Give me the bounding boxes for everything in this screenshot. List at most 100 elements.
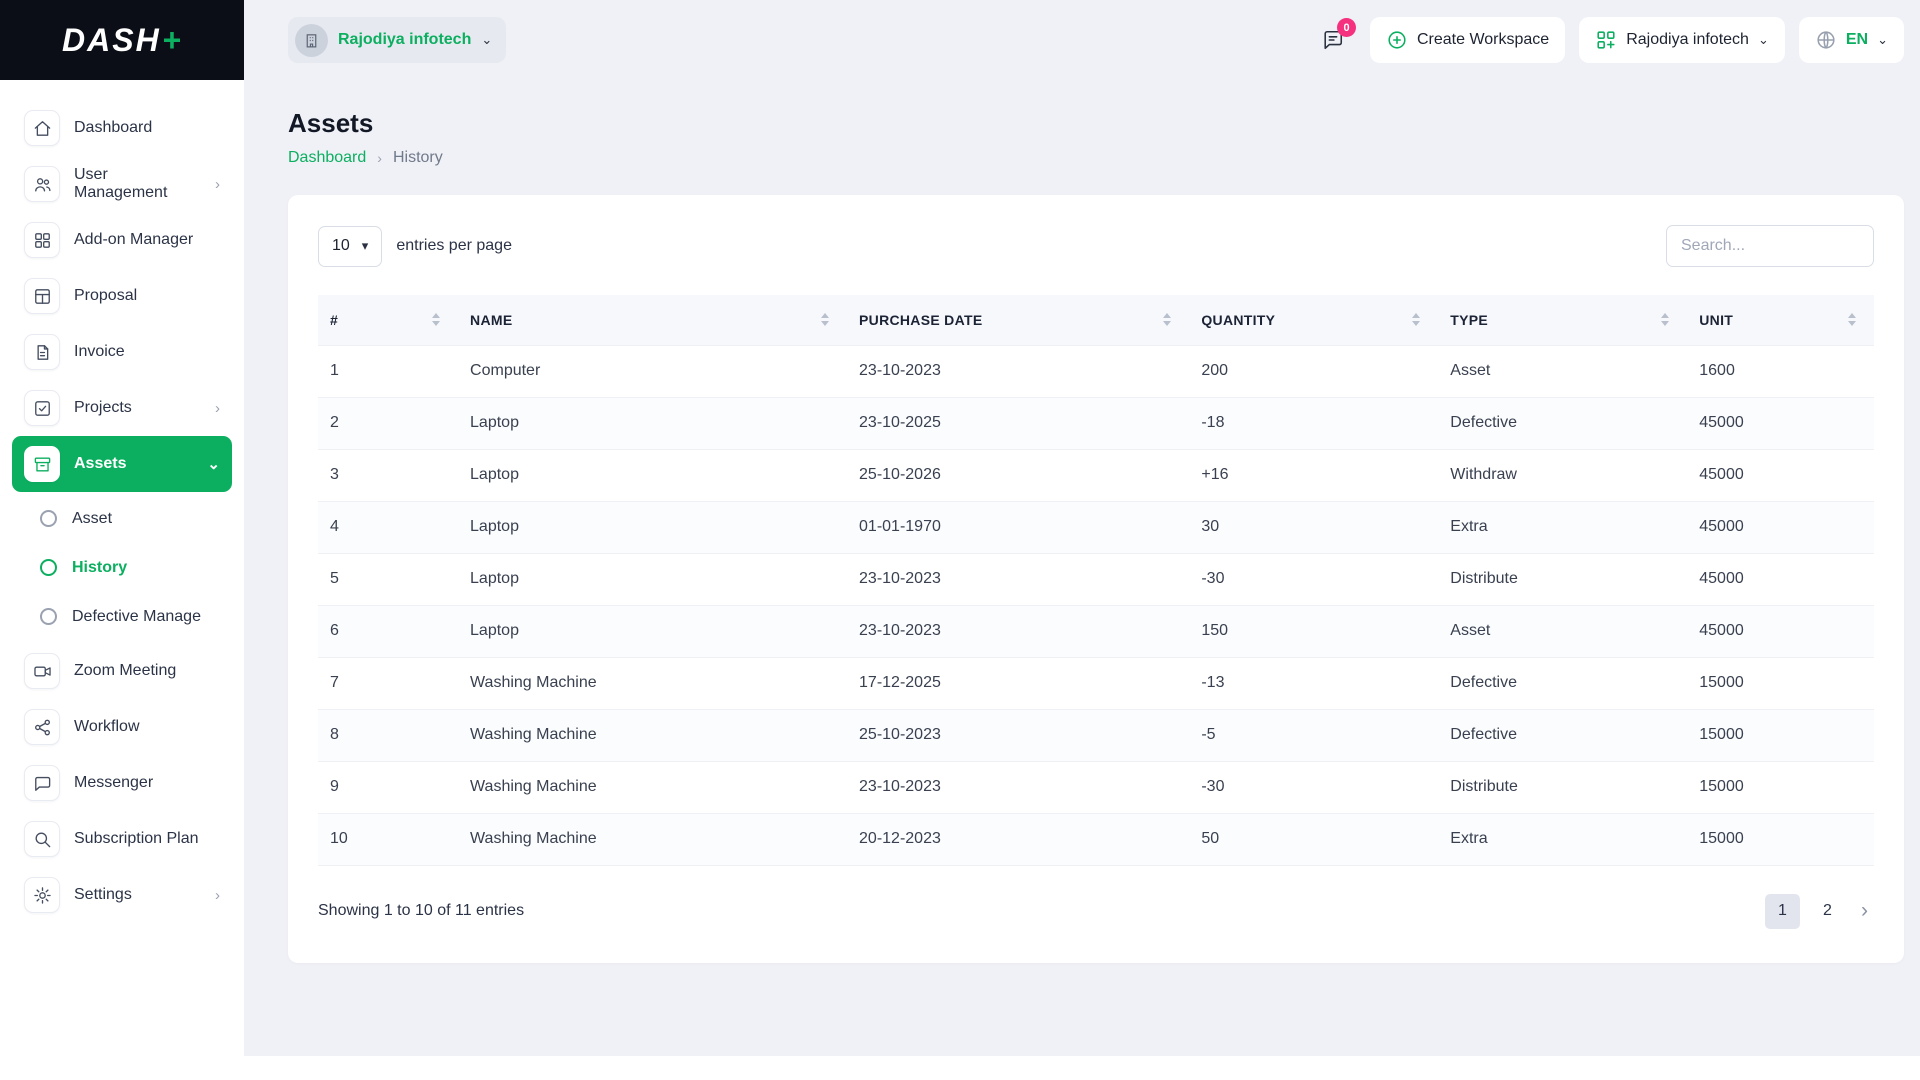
cell-purchase-date: 23-10-2025	[847, 397, 1190, 450]
users-icon	[24, 166, 60, 202]
brand-logo[interactable]: DASH +	[0, 0, 244, 80]
cell-name: Washing Machine	[458, 657, 848, 710]
sidebar-item-user-management[interactable]: User Management ›	[12, 156, 232, 212]
sidebar-item-projects[interactable]: Projects ›	[12, 380, 232, 436]
language-selector[interactable]: EN ⌄	[1798, 17, 1904, 63]
cell-type: Defective	[1438, 657, 1688, 710]
sort-icon[interactable]	[1848, 313, 1856, 327]
assets-history-card: 10 ▾ entries per page # NAME	[288, 195, 1904, 963]
cell-type: Extra	[1438, 813, 1688, 866]
cell-unit: 15000	[1687, 761, 1874, 814]
circle-icon	[40, 608, 57, 625]
sidebar-item-subscription-plan[interactable]: Subscription Plan	[12, 811, 232, 867]
cell-unit: 45000	[1687, 553, 1874, 606]
chat-bubble-icon	[24, 765, 60, 801]
chevron-down-icon: ⌄	[1877, 32, 1888, 47]
sidebar-item-label: Messenger	[74, 774, 154, 791]
sidebar-item-label: Dashboard	[74, 119, 153, 136]
table-body: 1 Computer 23-10-2023 200 Asset 1600 2 Laptop 2…	[318, 344, 1874, 866]
entries-summary: Showing 1 to 10 of 11 entries	[318, 902, 525, 919]
sidebar-item-invoice[interactable]: Invoice	[12, 324, 232, 380]
column-header-index[interactable]: #	[318, 295, 459, 345]
sidebar-item-settings[interactable]: Settings ›	[12, 867, 232, 923]
cell-purchase-date: 23-10-2023	[847, 605, 1190, 658]
account-selector[interactable]: Rajodiya infotech ⌄	[1579, 17, 1785, 63]
cell-purchase-date: 23-10-2023	[847, 344, 1190, 398]
column-header-type[interactable]: TYPE	[1438, 295, 1688, 345]
sidebar-item-workflow[interactable]: Workflow	[12, 699, 232, 755]
cell-unit: 45000	[1687, 397, 1874, 450]
circle-icon	[40, 559, 57, 576]
table-row: 10 Washing Machine 20-12-2023 50 Extra 15000	[318, 813, 1874, 866]
page-size-select[interactable]: 10 ▾	[318, 225, 383, 267]
sidebar-item-assets[interactable]: Assets ⌄	[12, 436, 232, 492]
main-area: Rajodiya infotech ⌄ 0 Create Workspace R…	[244, 0, 1920, 1056]
video-icon	[24, 653, 60, 689]
search-input[interactable]	[1666, 225, 1874, 267]
document-icon	[24, 334, 60, 370]
page-title: Assets	[288, 108, 374, 138]
sort-icon[interactable]	[432, 313, 441, 327]
sidebar-item-messenger[interactable]: Messenger	[12, 755, 232, 811]
submenu-item-history[interactable]: History	[28, 543, 232, 592]
sidebar-item-addon-manager[interactable]: Add-on Manager	[12, 212, 232, 268]
cell-purchase-date: 01-01-1970	[847, 501, 1190, 554]
column-header-unit[interactable]: UNIT	[1687, 295, 1874, 345]
breadcrumb-dashboard-link[interactable]: Dashboard	[288, 149, 366, 167]
cell-unit: 45000	[1687, 449, 1874, 502]
column-header-quantity[interactable]: QUANTITY	[1189, 295, 1439, 345]
messages-button[interactable]: 0	[1310, 17, 1356, 63]
sort-icon[interactable]	[1163, 313, 1172, 327]
sidebar-item-dashboard[interactable]: Dashboard	[12, 100, 232, 156]
sort-icon[interactable]	[821, 313, 830, 327]
submenu-item-label: Asset	[72, 509, 113, 527]
language-label: EN	[1845, 31, 1869, 48]
sidebar-item-label: Projects	[74, 399, 132, 416]
cell-index: 5	[318, 553, 459, 606]
globe-icon	[1817, 31, 1835, 49]
column-header-name[interactable]: NAME	[458, 295, 848, 345]
cell-purchase-date: 17-12-2025	[847, 657, 1190, 710]
cell-quantity: -30	[1189, 761, 1439, 814]
table-row: 7 Washing Machine 17-12-2025 -13 Defective 15…	[318, 657, 1874, 710]
workspace-grid-icon	[1597, 31, 1615, 49]
cell-type: Asset	[1438, 605, 1688, 658]
sidebar-item-label: Workflow	[74, 718, 140, 735]
layout-icon	[24, 278, 60, 314]
pagination: 1 2 ›	[1765, 893, 1874, 929]
chevron-right-icon: ›	[215, 886, 220, 904]
logo-plus-icon: +	[162, 21, 182, 58]
sidebar-item-proposal[interactable]: Proposal	[12, 268, 232, 324]
submenu-item-defective-manage[interactable]: Defective Manage	[28, 592, 232, 641]
cell-type: Asset	[1438, 344, 1688, 398]
cell-index: 7	[318, 657, 459, 710]
table-row: 5 Laptop 23-10-2023 -30 Distribute 45000	[318, 553, 1874, 606]
page-1-button[interactable]: 1	[1765, 893, 1800, 929]
workspace-name: Rajodiya infotech	[338, 31, 472, 48]
plus-circle-icon	[1388, 31, 1406, 49]
sidebar-item-zoom-meeting[interactable]: Zoom Meeting	[12, 643, 232, 699]
cell-unit: 15000	[1687, 813, 1874, 866]
table-row: 8 Washing Machine 25-10-2023 -5 Defective 150…	[318, 709, 1874, 762]
cell-quantity: -18	[1189, 397, 1439, 450]
cell-purchase-date: 23-10-2023	[847, 553, 1190, 606]
workspace-selector[interactable]: Rajodiya infotech ⌄	[288, 17, 507, 63]
table-header: # NAME PURCHASE DATE QUANTITY TYPE UNIT	[318, 295, 1874, 345]
cell-quantity: +16	[1189, 449, 1439, 502]
sort-icon[interactable]	[1412, 313, 1421, 327]
building-icon	[295, 23, 328, 57]
submenu-item-asset[interactable]: Asset	[28, 494, 232, 543]
breadcrumb-current: History	[392, 149, 443, 166]
cell-type: Defective	[1438, 709, 1688, 762]
cell-index: 4	[318, 501, 459, 554]
chevron-down-icon: ⌄	[207, 455, 220, 473]
next-page-button[interactable]: ›	[1855, 899, 1874, 923]
sort-icon[interactable]	[1661, 313, 1670, 327]
page-2-button[interactable]: 2	[1810, 894, 1845, 929]
cell-name: Washing Machine	[458, 709, 848, 762]
check-square-icon	[24, 390, 60, 426]
cell-unit: 15000	[1687, 657, 1874, 710]
cell-type: Withdraw	[1438, 449, 1688, 502]
column-header-purchase-date[interactable]: PURCHASE DATE	[847, 295, 1190, 345]
create-workspace-button[interactable]: Create Workspace	[1370, 17, 1566, 63]
